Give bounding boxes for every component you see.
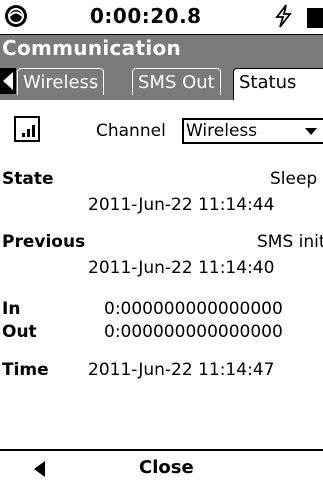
close-button[interactable]: Close bbox=[139, 457, 194, 478]
title-bar: Communication bbox=[0, 35, 323, 64]
clock-display: 0:00:20.8 bbox=[90, 4, 202, 28]
back-icon[interactable] bbox=[34, 461, 45, 477]
channel-select[interactable]: Wireless bbox=[182, 118, 323, 144]
previous-timestamp: 2011-Jun-22 11:14:40 bbox=[88, 258, 275, 278]
tab-scroll-left-icon[interactable] bbox=[0, 68, 16, 94]
signal-strength-icon bbox=[14, 116, 40, 142]
channel-select-value: Wireless bbox=[186, 121, 258, 141]
bottom-bar: Close bbox=[0, 449, 323, 485]
previous-value: SMS init bbox=[257, 232, 323, 252]
window-title: Communication bbox=[2, 36, 182, 60]
state-timestamp: 2011-Jun-22 11:14:44 bbox=[88, 195, 275, 215]
tab-sms-out[interactable]: SMS Out bbox=[132, 68, 221, 95]
logo-icon bbox=[5, 5, 27, 27]
in-value: 0:000000000000000 bbox=[104, 299, 283, 319]
in-label: In bbox=[2, 299, 21, 319]
status-bar: 0:00:20.8 bbox=[0, 0, 323, 35]
channel-label: Channel bbox=[96, 121, 166, 141]
time-label: Time bbox=[2, 360, 49, 380]
previous-label: Previous bbox=[2, 232, 86, 252]
tab-status[interactable]: Status bbox=[233, 68, 323, 100]
time-value: 2011-Jun-22 11:14:47 bbox=[88, 360, 275, 380]
state-value: Sleep bbox=[270, 169, 318, 189]
tab-wireless[interactable]: Wireless bbox=[17, 68, 105, 95]
tab-bar: Wireless SMS Out Status bbox=[0, 64, 323, 100]
out-value: 0:000000000000000 bbox=[104, 322, 283, 342]
dropdown-caret-icon bbox=[305, 128, 317, 135]
charging-icon bbox=[272, 4, 294, 34]
state-label: State bbox=[2, 169, 54, 189]
out-label: Out bbox=[2, 322, 37, 342]
battery-icon bbox=[307, 8, 323, 28]
